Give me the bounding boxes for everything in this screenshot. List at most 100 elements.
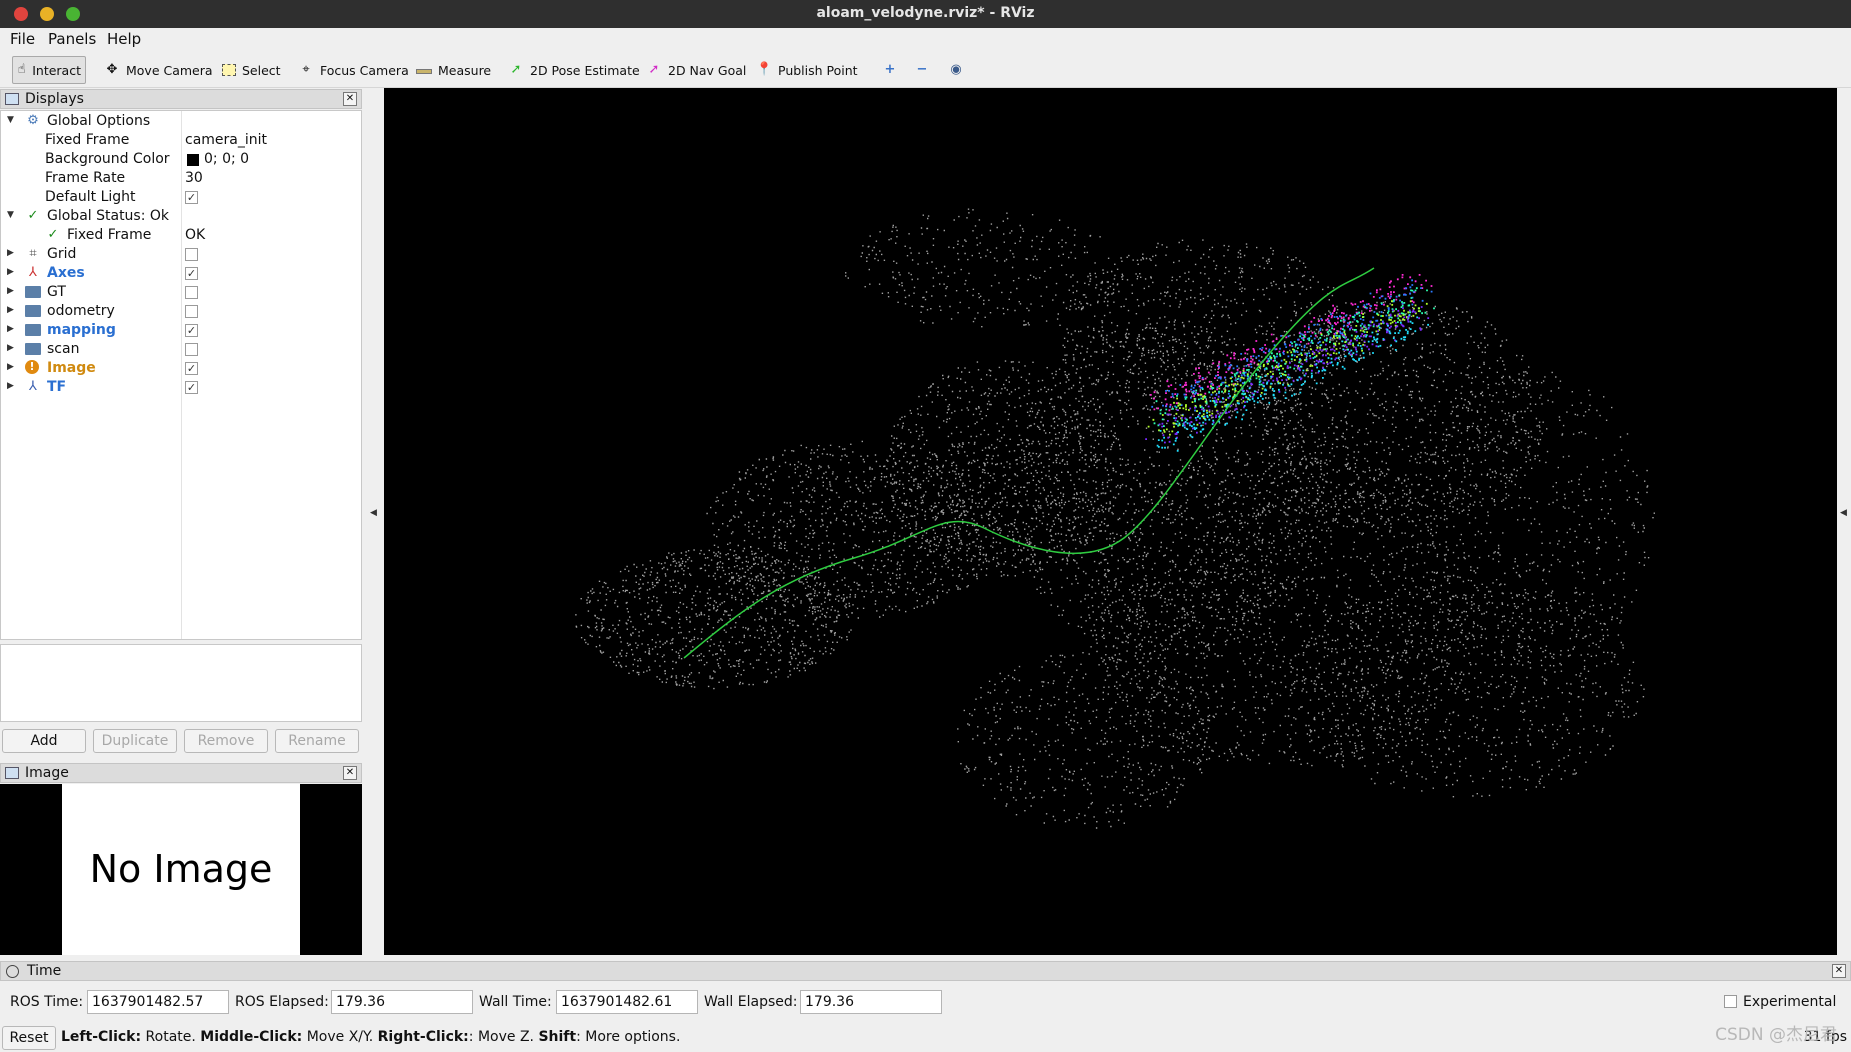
duplicate-button[interactable]: Duplicate	[93, 729, 177, 753]
tool-measure[interactable]: Measure	[412, 56, 495, 84]
experimental-checkbox[interactable]	[1724, 995, 1737, 1008]
tool-interact[interactable]: ☝ Interact	[12, 56, 86, 84]
folder-icon	[25, 303, 41, 319]
tree-label: Default Light	[45, 189, 136, 205]
status-bar: Reset Left-Click: Rotate. Middle-Click: …	[0, 1024, 1851, 1052]
wall-time-field[interactable]: 1637901482.61	[556, 990, 698, 1014]
tree-row-status-fixed-frame[interactable]: ✓ Fixed Frame OK	[1, 226, 361, 245]
ruler-icon	[416, 68, 432, 74]
gt-checkbox[interactable]	[185, 286, 198, 299]
rename-button[interactable]: Rename	[275, 729, 359, 753]
tree-row-axes[interactable]: ▶ ⅄ Axes ✓	[1, 264, 361, 283]
tree-row-grid[interactable]: ▶ ⌗ Grid	[1, 245, 361, 264]
collapse-arrow-icon[interactable]: ▶	[7, 305, 17, 315]
tree-row-global-options[interactable]: ▼ ⚙ Global Options	[1, 112, 361, 131]
frame-rate-value[interactable]: 30	[185, 170, 203, 186]
odometry-checkbox[interactable]	[185, 305, 198, 318]
tool-select[interactable]: Select	[218, 56, 285, 84]
axes-checkbox[interactable]: ✓	[185, 267, 198, 280]
mapping-checkbox[interactable]: ✓	[185, 324, 198, 337]
tree-row-mapping[interactable]: ▶ mapping ✓	[1, 321, 361, 340]
select-icon	[222, 64, 236, 76]
close-icon[interactable]: ✕	[1832, 964, 1846, 978]
status-value: OK	[185, 227, 206, 243]
collapse-left-icon[interactable]: ◀	[370, 508, 377, 518]
add-tool-button[interactable]: +	[878, 56, 902, 84]
tool-move-camera[interactable]: ✥ Move Camera	[100, 56, 217, 84]
right-splitter[interactable]: ◀	[1837, 88, 1851, 956]
tree-label: Image	[47, 360, 96, 376]
tree-row-tf[interactable]: ▶ ⅄ TF ✓	[1, 378, 361, 397]
remove-tool-button[interactable]: −	[910, 56, 934, 84]
collapse-arrow-icon[interactable]: ▶	[7, 267, 17, 277]
image-checkbox[interactable]: ✓	[185, 362, 198, 375]
menu-file[interactable]: File	[10, 30, 35, 48]
tree-row-global-status[interactable]: ▼ ✓ Global Status: Ok	[1, 207, 361, 226]
displays-tree: ▼ ⚙ Global Options Fixed Frame camera_in…	[0, 110, 362, 640]
menu-panels[interactable]: Panels	[48, 30, 96, 48]
experimental-label: Experimental	[1743, 994, 1837, 1010]
tool-focus-camera[interactable]: ⌖ Focus Camera	[294, 56, 413, 84]
collapse-arrow-icon[interactable]: ▶	[7, 286, 17, 296]
collapse-arrow-icon[interactable]: ▶	[7, 381, 17, 391]
green-arrow-icon: ➚	[510, 62, 522, 77]
collapse-right-icon[interactable]: ◀	[1840, 508, 1847, 518]
reset-button[interactable]: Reset	[2, 1026, 56, 1050]
hand-icon: ☝	[17, 62, 26, 77]
tree-row-default-light[interactable]: Default Light ✓	[1, 188, 361, 207]
ros-elapsed-label: ROS Elapsed:	[235, 994, 329, 1010]
tree-row-scan[interactable]: ▶ scan	[1, 340, 361, 359]
status-text: : More options.	[576, 1029, 681, 1045]
close-icon[interactable]: ✕	[343, 92, 357, 106]
checkmark-icon: ✓	[27, 208, 39, 223]
fixed-frame-value[interactable]: camera_init	[185, 132, 267, 148]
toolbar: ☝ Interact ✥ Move Camera Select ⌖ Focus Cam…	[0, 50, 1851, 88]
tree-row-image[interactable]: ▶ ! Image ✓	[1, 359, 361, 378]
tree-label: Global Status: Ok	[47, 208, 170, 224]
tree-row-background-color[interactable]: Background Color 0; 0; 0	[1, 150, 361, 169]
expand-arrow-icon[interactable]: ▼	[7, 115, 17, 125]
display-description-box	[0, 644, 362, 722]
grid-checkbox[interactable]	[185, 248, 198, 261]
tree-label: odometry	[47, 303, 115, 319]
gear-icon: ⚙	[27, 113, 39, 128]
minus-icon: −	[916, 62, 928, 77]
folder-icon	[25, 322, 41, 338]
tree-label: Frame Rate	[45, 170, 126, 186]
tool-publish-point[interactable]: 📍 Publish Point	[752, 56, 862, 84]
collapse-arrow-icon[interactable]: ▶	[7, 343, 17, 353]
collapse-arrow-icon[interactable]: ▶	[7, 248, 17, 258]
point-cloud-canvas[interactable]	[384, 88, 1837, 955]
background-color-value[interactable]: 0; 0; 0	[204, 151, 249, 167]
panel-title: Displays	[25, 91, 84, 107]
scan-checkbox[interactable]	[185, 343, 198, 356]
close-icon[interactable]: ✕	[343, 766, 357, 780]
ros-elapsed-field[interactable]: 179.36	[331, 990, 473, 1014]
tree-row-frame-rate[interactable]: Frame Rate 30	[1, 169, 361, 188]
wall-elapsed-field[interactable]: 179.36	[800, 990, 942, 1014]
remove-button[interactable]: Remove	[184, 729, 268, 753]
tool-2d-nav-goal[interactable]: ➚ 2D Nav Goal	[642, 56, 750, 84]
image-icon	[5, 767, 19, 779]
color-swatch[interactable]	[187, 154, 199, 166]
menu-help[interactable]: Help	[107, 30, 141, 48]
view-menu-button[interactable]: ◉	[944, 56, 968, 84]
tree-row-fixed-frame[interactable]: Fixed Frame camera_init	[1, 131, 361, 150]
axes-icon: ⅄	[29, 265, 37, 280]
tool-2d-pose-estimate[interactable]: ➚ 2D Pose Estimate	[504, 56, 644, 84]
default-light-checkbox[interactable]: ✓	[185, 191, 198, 204]
add-button[interactable]: Add	[2, 729, 86, 753]
tf-checkbox[interactable]: ✓	[185, 381, 198, 394]
expand-arrow-icon[interactable]: ▼	[7, 210, 17, 220]
render-viewport[interactable]	[384, 88, 1837, 955]
ros-time-field[interactable]: 1637901482.57	[87, 990, 229, 1014]
collapse-arrow-icon[interactable]: ▶	[7, 362, 17, 372]
left-splitter[interactable]: ◀	[364, 88, 384, 956]
collapse-arrow-icon[interactable]: ▶	[7, 324, 17, 334]
tree-label: Fixed Frame	[45, 132, 130, 148]
tree-row-odometry[interactable]: ▶ odometry	[1, 302, 361, 321]
displays-panel-header: Displays ✕	[0, 89, 362, 109]
status-text: Move X/Y.	[302, 1029, 378, 1045]
no-image-placeholder: No Image	[62, 784, 300, 955]
tree-row-gt[interactable]: ▶ GT	[1, 283, 361, 302]
